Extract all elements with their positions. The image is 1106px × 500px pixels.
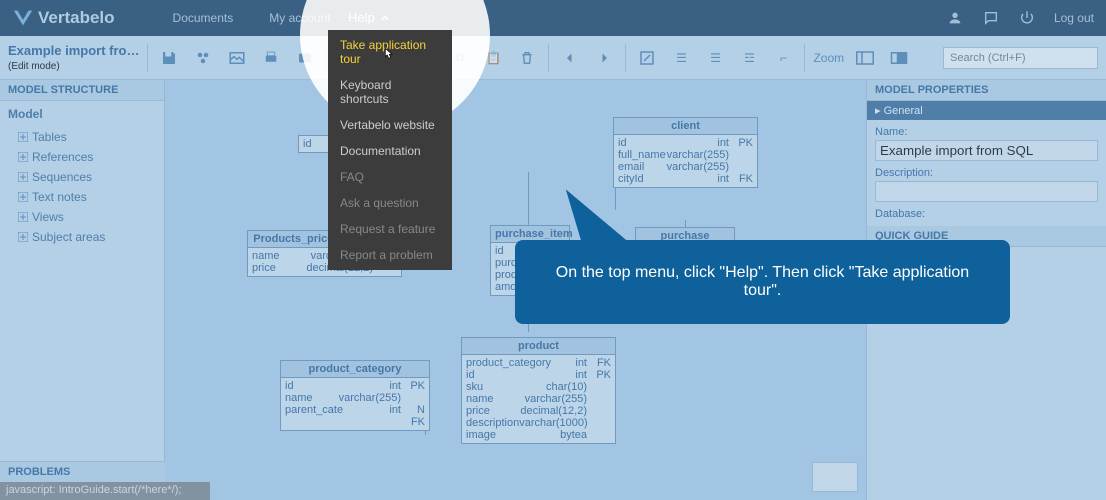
left-panel: MODEL STRUCTURE Model Tables References … (0, 80, 165, 500)
nav-documents[interactable]: Documents (155, 11, 252, 25)
arrow-right-icon[interactable] (591, 45, 617, 71)
share-icon[interactable] (190, 45, 216, 71)
document-title: Example import fro… (8, 43, 139, 58)
image-icon[interactable] (224, 45, 250, 71)
chevron-up-icon (381, 14, 389, 22)
tour-callout: On the top menu, click "Help". Then clic… (515, 240, 1010, 324)
help-faq[interactable]: FAQ (328, 164, 452, 190)
align-left-icon[interactable]: ☰ (668, 45, 694, 71)
model-structure-head: MODEL STRUCTURE (0, 80, 164, 101)
model-tree: Model Tables References Sequences Text n… (0, 101, 164, 253)
help-docs[interactable]: Documentation (328, 138, 452, 164)
entity-client-body: idintPKfull_namevarchar(255)emailvarchar… (614, 135, 757, 187)
brand-logo: Vertabelo (12, 7, 115, 29)
layout2-icon[interactable] (886, 45, 912, 71)
edit-mode-label: (Edit mode) (8, 61, 60, 72)
power-icon[interactable] (1018, 9, 1036, 27)
layout1-icon[interactable] (852, 45, 878, 71)
model-properties-head: MODEL PROPERTIES (867, 80, 1106, 101)
tree-root[interactable]: Model (8, 107, 156, 121)
top-right: Log out (946, 9, 1094, 27)
description-label: Description: (875, 167, 1098, 179)
status-bar: javascript: IntroGuide.start(/*here*/); (0, 482, 210, 500)
logout-link[interactable]: Log out (1054, 11, 1094, 25)
sql-icon[interactable] (292, 45, 318, 71)
print-icon[interactable] (258, 45, 284, 71)
entity-product-body: product_categoryintFKidintPKskuchar(10)n… (462, 355, 615, 443)
name-input[interactable] (875, 140, 1098, 161)
tree-tables[interactable]: Tables (8, 127, 156, 147)
entity-product[interactable]: product product_categoryintFKidintPKskuc… (461, 337, 616, 444)
entity-client[interactable]: client idintPKfull_namevarchar(255)email… (613, 117, 758, 188)
tree-subject-areas[interactable]: Subject areas (8, 227, 156, 247)
help-ask[interactable]: Ask a question (328, 190, 452, 216)
align-right-icon[interactable]: ⌐ (770, 45, 796, 71)
entity-product-category-body: idintPKnamevarchar(255)parent_cateintN F… (281, 378, 429, 430)
align-distribute-icon[interactable]: ☲ (736, 45, 762, 71)
database-label: Database: (875, 208, 1098, 220)
delete-icon[interactable] (514, 45, 540, 71)
help-report[interactable]: Report a problem (328, 242, 452, 268)
general-section[interactable]: ▸ General (867, 101, 1106, 120)
document-title-block: Example import fro… (Edit mode) (8, 43, 139, 72)
nav-my-account[interactable]: My account (251, 11, 348, 25)
cursor-icon (380, 47, 396, 66)
problems-panel-head[interactable]: PROBLEMS (0, 461, 165, 482)
arrow-left-icon[interactable] (557, 45, 583, 71)
chat-icon[interactable] (982, 9, 1000, 27)
help-website[interactable]: Vertabelo website (328, 112, 452, 138)
tree-text-notes[interactable]: Text notes (8, 187, 156, 207)
user-icon[interactable] (946, 9, 964, 27)
top-bar: Vertabelo Documents My account Log out (0, 0, 1106, 36)
name-label: Name: (875, 126, 1098, 138)
tree-sequences[interactable]: Sequences (8, 167, 156, 187)
help-request[interactable]: Request a feature (328, 216, 452, 242)
paste-icon[interactable]: 📋 (480, 45, 506, 71)
entity-product-category[interactable]: product_category idintPKnamevarchar(255)… (280, 360, 430, 431)
edit-box-icon[interactable] (634, 45, 660, 71)
minimap[interactable] (812, 462, 858, 492)
toolbar: Example import fro… (Edit mode) ✂ ⧉ 📋 ☰ … (0, 36, 1106, 80)
search-box (943, 47, 1098, 69)
help-menu-trigger[interactable]: Help (348, 10, 389, 25)
tree-references[interactable]: References (8, 147, 156, 167)
search-input[interactable] (943, 47, 1098, 69)
tree-views[interactable]: Views (8, 207, 156, 227)
help-shortcuts[interactable]: Keyboard shortcuts (328, 72, 452, 112)
description-input[interactable] (875, 181, 1098, 202)
align-center-icon[interactable]: ☰ (702, 45, 728, 71)
zoom-label: Zoom (813, 51, 844, 65)
save-icon[interactable] (156, 45, 182, 71)
logo-icon (12, 7, 34, 29)
help-dropdown: Take application tour Keyboard shortcuts… (328, 30, 452, 270)
top-nav: Documents My account (155, 11, 349, 25)
